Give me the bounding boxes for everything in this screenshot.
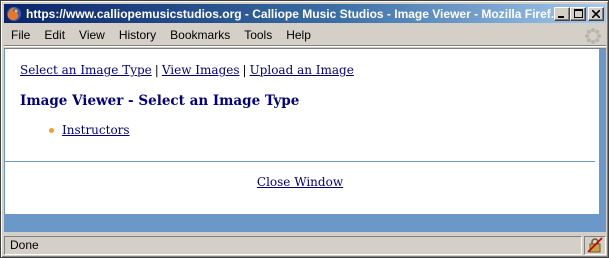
close-window-link[interactable]: Close Window [257,175,343,189]
menu-tools[interactable]: Tools [237,25,279,46]
close-window-row: Close Window [5,175,595,189]
menu-bar: File Edit View History Bookmarks Tools H… [4,25,606,46]
page-title: Image Viewer - Select an Image Type [20,93,300,109]
upload-image-link[interactable]: Upload an Image [250,63,354,77]
minimize-button[interactable] [554,6,570,21]
title-bar[interactable]: https://www.calliopemusicstudios.org - C… [4,4,606,23]
maximize-button[interactable] [570,6,586,21]
page-content: Select an Image Type | View Images | Upload … [5,49,599,214]
menu-view[interactable]: View [72,25,112,46]
menu-file[interactable]: File [4,25,37,46]
status-bar: Done [4,234,606,256]
status-text: Done [4,235,582,255]
content-frame: Select an Image Type | View Images | Upload … [4,48,606,232]
menu-edit[interactable]: Edit [37,25,72,46]
menu-bookmarks[interactable]: Bookmarks [163,25,237,46]
view-images-link[interactable]: View Images [162,63,240,77]
window-controls [554,6,604,21]
close-icon [592,9,600,18]
image-nav: Select an Image Type | View Images | Upload … [20,63,354,77]
security-lock-icon [587,237,603,253]
close-button[interactable] [588,6,604,21]
image-type-list: Instructors [49,123,130,137]
maximize-icon [573,9,583,18]
throbber-icon [584,27,602,45]
security-status[interactable] [584,235,606,255]
window-title: https://www.calliopemusicstudios.org - C… [26,6,554,21]
browser-window: https://www.calliopemusicstudios.org - C… [0,0,609,258]
nav-separator: | [242,63,247,77]
select-image-type-link[interactable]: Select an Image Type [20,63,152,77]
minimize-icon [558,15,564,18]
bullet-icon [49,127,54,133]
menu-help[interactable]: Help [279,25,318,46]
firefox-icon [6,6,22,22]
image-type-instructors-link[interactable]: Instructors [62,123,130,137]
divider [5,161,595,162]
menu-history[interactable]: History [112,25,163,46]
nav-separator: | [154,63,159,77]
